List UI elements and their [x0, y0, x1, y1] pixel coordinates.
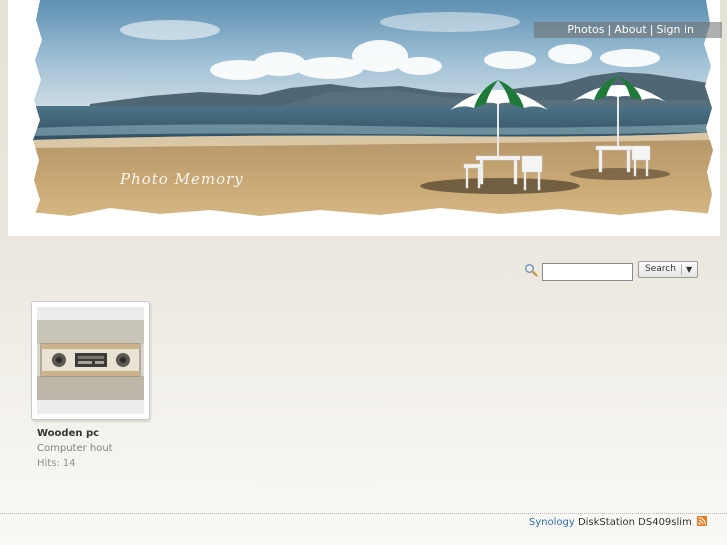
album-title[interactable]: Wooden pc	[37, 428, 99, 439]
button-divider	[681, 264, 682, 275]
rss-icon[interactable]	[697, 516, 707, 526]
footer-divider	[0, 513, 727, 514]
album-hits-count: 14	[62, 458, 76, 469]
search-button[interactable]: Search ▼	[638, 261, 698, 278]
search-input[interactable]	[542, 263, 633, 281]
footer: Synology DiskStation DS409slim	[529, 516, 707, 528]
footer-product: DiskStation DS409slim	[577, 517, 692, 528]
banner-title: Photo Memory	[120, 170, 244, 188]
album-hits: Hits: 14	[37, 458, 76, 469]
nav-link-photos[interactable]: Photos	[567, 23, 604, 36]
album-thumbnail-image[interactable]	[37, 320, 144, 400]
search-button-label: Search	[645, 264, 676, 274]
nav-link-about[interactable]: About	[614, 23, 647, 36]
nav-separator: |	[607, 23, 612, 36]
album-description: Computer hout	[37, 443, 113, 454]
album-card[interactable]	[31, 301, 150, 420]
footer-brand-link[interactable]: Synology	[529, 517, 575, 528]
album-thumbnail-frame	[37, 307, 144, 414]
album-hits-label: Hits:	[37, 458, 60, 469]
magnifier-icon	[525, 264, 538, 277]
chevron-down-icon[interactable]: ▼	[686, 262, 692, 277]
top-navigation: Photos | About | Sign in	[534, 22, 722, 38]
nav-link-sign-in[interactable]: Sign in	[656, 23, 694, 36]
nav-separator: |	[649, 23, 654, 36]
